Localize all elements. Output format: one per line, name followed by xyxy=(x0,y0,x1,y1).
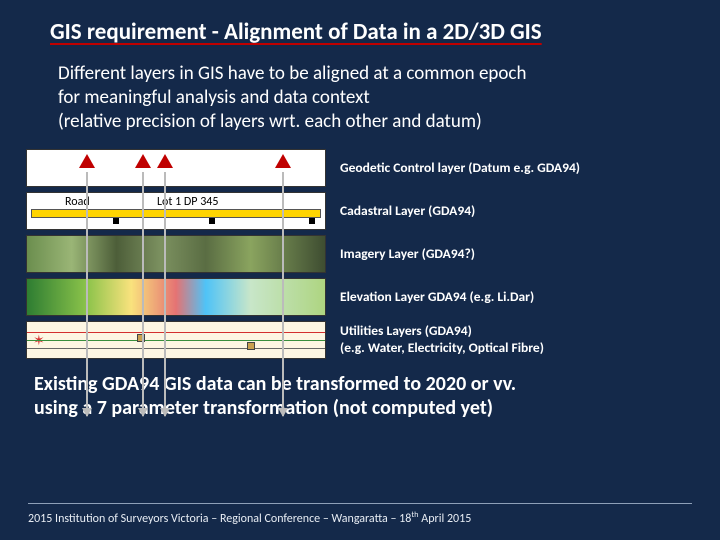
elevation-label: Elevation Layer GDA94 (e.g. Li.Dar) xyxy=(326,289,534,306)
slide-title: GIS requirement - Alignment of Data in a… xyxy=(0,0,720,48)
tick-mark xyxy=(309,218,315,224)
imagery-label: Imagery Layer (GDA94?) xyxy=(326,246,475,263)
cadastral-graphic: Road Lot 1 DP 345 xyxy=(26,192,326,230)
footer-pre: 2015 Institution of Surveyors Victoria –… xyxy=(28,512,411,526)
footer-sup: th xyxy=(411,510,418,520)
tick-mark xyxy=(209,218,215,224)
triangle-icon xyxy=(135,154,151,168)
layer-utilities: ✶ Utilities Layers (GDA94) (e.g. Water, … xyxy=(26,321,694,359)
layer-cadastral: Road Lot 1 DP 345 Cadastral Layer (GDA94… xyxy=(26,192,694,230)
utilities-label-l2: (e.g. Water, Electricity, Optical Fibre) xyxy=(340,339,544,356)
layers-stack: Geodetic Control layer (Datum e.g. GDA94… xyxy=(26,149,694,359)
utilities-graphic: ✶ xyxy=(26,321,326,359)
triangle-icon xyxy=(275,154,291,168)
conclusion-l2: using a 7 parameter transformation (not … xyxy=(34,396,493,420)
utilities-label: Utilities Layers (GDA94) (e.g. Water, El… xyxy=(326,323,544,357)
footer-text: 2015 Institution of Surveyors Victoria –… xyxy=(28,510,471,526)
intro-text: Different layers in GIS have to be align… xyxy=(0,48,720,143)
tick-mark xyxy=(113,218,119,224)
utilities-label-l1: Utilities Layers (GDA94) xyxy=(340,322,472,339)
triangle-icon xyxy=(157,154,173,168)
intro-line-1: Different layers in GIS have to be align… xyxy=(58,62,526,85)
intro-line-3: (relative precision of layers wrt. each … xyxy=(58,110,482,133)
junction-box xyxy=(137,334,145,342)
geodetic-graphic xyxy=(26,149,326,187)
triangle-icon xyxy=(79,154,95,168)
utility-line xyxy=(27,340,325,341)
geodetic-label: Geodetic Control layer (Datum e.g. GDA94… xyxy=(326,160,580,177)
lot-label: Lot 1 DP 345 xyxy=(157,195,218,209)
elevation-graphic xyxy=(26,278,326,316)
layer-geodetic: Geodetic Control layer (Datum e.g. GDA94… xyxy=(26,149,694,187)
cadastral-label: Cadastral Layer (GDA94) xyxy=(326,203,475,220)
footer-post: April 2015 xyxy=(419,512,472,526)
intro-line-2: for meaningful analysis and data context xyxy=(58,86,370,109)
layer-elevation: Elevation Layer GDA94 (e.g. Li.Dar) xyxy=(26,278,694,316)
utility-line xyxy=(27,348,325,349)
road-label: Road xyxy=(65,195,90,209)
footer-divider xyxy=(28,503,692,504)
utility-line xyxy=(27,332,325,333)
imagery-graphic xyxy=(26,235,326,273)
layer-imagery: Imagery Layer (GDA94?) xyxy=(26,235,694,273)
conclusion-l1: Existing GDA94 GIS data can be transform… xyxy=(34,372,516,396)
conclusion-text: Existing GDA94 GIS data can be transform… xyxy=(0,364,720,420)
junction-box xyxy=(247,342,255,350)
